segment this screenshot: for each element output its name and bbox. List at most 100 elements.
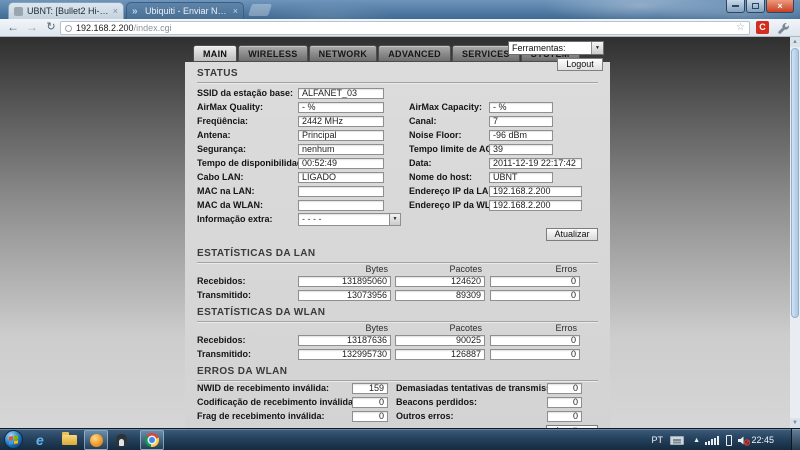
- site-info-icon[interactable]: [65, 25, 72, 32]
- explorer-folder-icon[interactable]: [62, 435, 77, 445]
- tab-close-icon[interactable]: ×: [113, 4, 118, 19]
- tx-retries-field[interactable]: 0: [547, 383, 582, 394]
- frequency-field[interactable]: 2442 MHz: [298, 116, 384, 127]
- scrollbar-thumb[interactable]: [791, 48, 799, 318]
- show-desktop-button[interactable]: [791, 429, 800, 450]
- col-errors: Erros: [490, 323, 580, 333]
- status-row: MAC da WLAN: Endereço IP da WLAN: 192.16…: [185, 198, 610, 212]
- wlan-tx-errors[interactable]: 0: [490, 349, 580, 360]
- tab-advanced[interactable]: ADVANCED: [378, 45, 451, 62]
- language-indicator[interactable]: PT: [651, 435, 663, 445]
- chevron-down-icon[interactable]: ▼: [389, 214, 400, 225]
- extra-info-select[interactable]: - - - - ▼: [298, 213, 401, 226]
- lan-cable-field[interactable]: LIGADO: [298, 172, 384, 183]
- wlan-ip-field[interactable]: 192.168.2.200: [489, 200, 582, 211]
- hostname-field[interactable]: UBNT: [489, 172, 553, 183]
- crypt-invalid-field[interactable]: 0: [352, 397, 388, 408]
- wlan-rx-packets[interactable]: 90025: [395, 335, 485, 346]
- frag-invalid-field[interactable]: 0: [352, 411, 388, 422]
- tab-network[interactable]: NETWORK: [309, 45, 378, 62]
- scroll-up-icon[interactable]: ▲: [790, 37, 800, 47]
- wlan-rx-bytes[interactable]: 13187636: [298, 335, 391, 346]
- ubnt-favicon: [14, 7, 23, 16]
- date-field[interactable]: 2011-12-19 22:17:42: [489, 158, 582, 169]
- wlan-rx-label: Recebidos:: [197, 335, 298, 345]
- table-row: Transmitido: 132995730 126887 0: [185, 347, 610, 361]
- minimize-button[interactable]: [726, 0, 745, 13]
- hidden-icons-button[interactable]: ▲: [693, 436, 700, 445]
- channel-field[interactable]: 7: [489, 116, 553, 127]
- extension-icon[interactable]: C: [756, 21, 769, 34]
- wlan-tx-packets[interactable]: 126887: [395, 349, 485, 360]
- internet-explorer-icon[interactable]: e: [36, 432, 44, 448]
- antenna-field[interactable]: Principal: [298, 130, 384, 141]
- forward-button[interactable]: →: [23, 20, 41, 35]
- url-host: 192.168.2.200: [76, 23, 134, 33]
- network-signal-icon[interactable]: [705, 436, 720, 445]
- wrench-menu-icon[interactable]: [777, 22, 790, 34]
- scroll-down-icon[interactable]: ▼: [790, 418, 800, 428]
- lan-tx-errors[interactable]: 0: [490, 290, 580, 301]
- reload-button[interactable]: ↻: [42, 20, 60, 35]
- app-icon[interactable]: [116, 434, 127, 447]
- antenna-label: Antena:: [197, 130, 298, 140]
- ack-timeout-field[interactable]: 39: [489, 144, 553, 155]
- taskbar-clock[interactable]: 22:45: [751, 435, 774, 445]
- wlan-rx-errors[interactable]: 0: [490, 335, 580, 346]
- lan-tx-bytes[interactable]: 13073956: [298, 290, 391, 301]
- lan-tx-packets[interactable]: 89309: [395, 290, 485, 301]
- browser-tab-inactive[interactable]: » Ubiquiti - Enviar Novo Tóp ×: [126, 2, 244, 19]
- keyboard-icon[interactable]: [670, 436, 684, 445]
- extra-info-value: - - - -: [299, 215, 389, 224]
- airmax-capacity-field[interactable]: - %: [489, 102, 553, 113]
- missed-beacons-field[interactable]: 0: [547, 397, 582, 408]
- chrome-icon: [145, 433, 159, 447]
- lan-ip-field[interactable]: 192.168.2.200: [489, 186, 582, 197]
- page-scrollbar[interactable]: ▲ ▼: [790, 37, 800, 428]
- close-button[interactable]: ×: [766, 0, 794, 13]
- tools-dropdown[interactable]: Ferramentas: ▼: [508, 41, 604, 55]
- chrome-button[interactable]: [140, 430, 164, 450]
- uptime-label: Tempo de disponibilidade:: [197, 158, 298, 168]
- missed-beacons-label: Beacons perdidos:: [396, 397, 547, 407]
- lan-rx-bytes[interactable]: 131895060: [298, 276, 391, 287]
- media-app-button[interactable]: [84, 430, 108, 450]
- security-field[interactable]: nenhum: [298, 144, 384, 155]
- security-label: Segurança:: [197, 144, 298, 154]
- airmax-quality-field[interactable]: - %: [298, 102, 384, 113]
- other-errors-field[interactable]: 0: [547, 411, 582, 422]
- lan-mac-field[interactable]: [298, 186, 384, 197]
- minimize-icon: [732, 5, 739, 7]
- bookmark-star-icon[interactable]: ☆: [736, 23, 745, 33]
- nwid-invalid-field[interactable]: 159: [352, 383, 388, 394]
- error-row: Codificação de recebimento inválida: 0 B…: [185, 395, 610, 409]
- wlan-tx-bytes[interactable]: 132995730: [298, 349, 391, 360]
- back-button[interactable]: ←: [4, 20, 22, 35]
- speaker-muted-icon[interactable]: [737, 435, 750, 446]
- uptime-field[interactable]: 00:52:49: [298, 158, 384, 169]
- logout-button[interactable]: Logout: [557, 58, 603, 71]
- maximize-icon: [752, 3, 759, 9]
- tab-close-icon[interactable]: ×: [233, 4, 238, 19]
- device-icon[interactable]: [726, 435, 732, 446]
- lan-ip-label: Endereço IP da LAN:: [409, 186, 489, 196]
- errors-refresh-button[interactable]: Atualizar: [546, 425, 598, 428]
- start-button[interactable]: [4, 430, 23, 449]
- col-packets: Pacotes: [395, 323, 485, 333]
- lan-stats-title: ESTATÍSTICAS DA LAN: [197, 248, 598, 263]
- lan-rx-errors[interactable]: 0: [490, 276, 580, 287]
- chevron-down-icon[interactable]: ▼: [591, 42, 603, 54]
- noise-floor-field[interactable]: -96 dBm: [489, 130, 553, 141]
- lan-mac-label: MAC na LAN:: [197, 186, 298, 196]
- ssid-field[interactable]: ALFANET_03: [298, 88, 384, 99]
- wlan-mac-field[interactable]: [298, 200, 384, 211]
- extra-info-label: Informação extra:: [197, 214, 298, 224]
- address-bar[interactable]: 192.168.2.200 /index.cgi ☆: [60, 21, 750, 35]
- status-refresh-button[interactable]: Atualizar: [546, 228, 598, 241]
- lan-rx-packets[interactable]: 124620: [395, 276, 485, 287]
- maximize-button[interactable]: [746, 0, 765, 13]
- new-tab-button[interactable]: [248, 4, 272, 16]
- tab-main[interactable]: MAIN: [193, 45, 237, 62]
- browser-tab-active[interactable]: UBNT: [Bullet2 Hi-Power] ×: [8, 2, 124, 19]
- tab-wireless[interactable]: WIRELESS: [238, 45, 307, 62]
